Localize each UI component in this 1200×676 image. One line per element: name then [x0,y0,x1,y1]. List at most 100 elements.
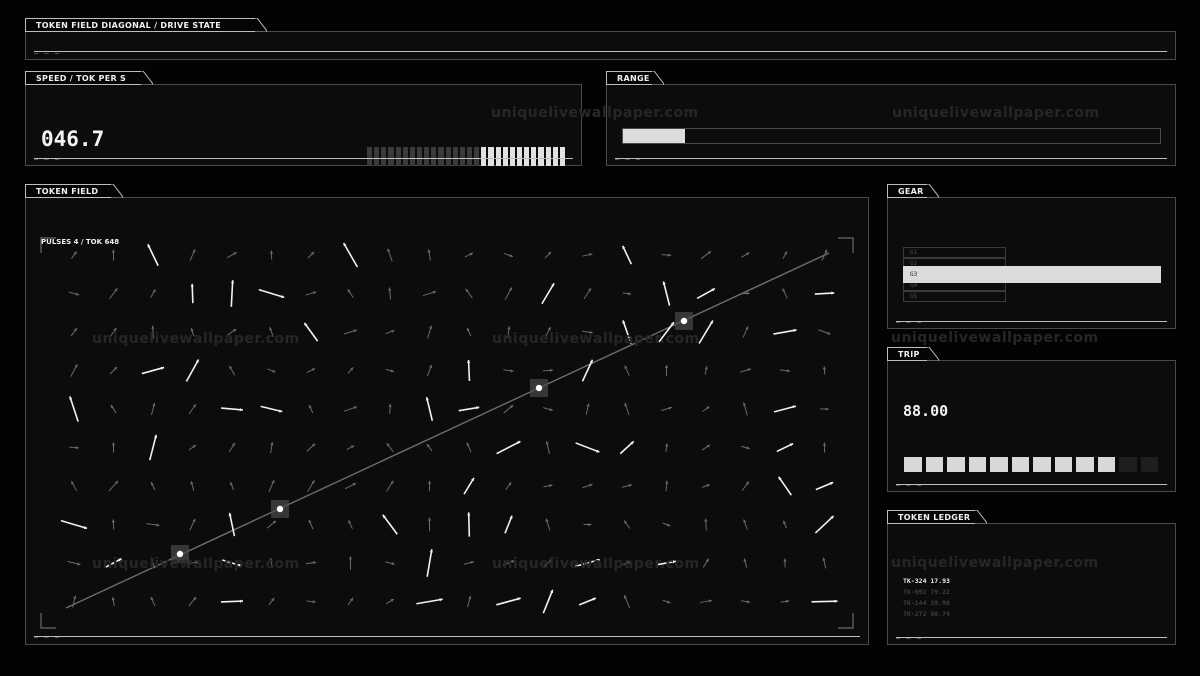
ledger-entry: TK-144 39.90 [903,599,950,607]
speed-meter-segment [424,147,430,166]
ledger-list: TK-324 17.93 TK-892 79.22 TK-144 39.90 TK-2… [903,577,1153,625]
frame-corner-icon [838,237,854,253]
ledger-marker: — — — [896,634,923,642]
trip-meter-segment [968,457,986,472]
field-vector-head [467,512,471,516]
field-vector [185,359,200,382]
token-field-title-text: TOKEN FIELD [36,187,99,196]
field-vector-head [190,283,194,287]
speed-meter-segment [431,147,437,166]
speed-meter-segment [524,147,530,166]
pulse-node [535,384,543,392]
tab-corner-icon [975,510,987,524]
field-vector [458,406,480,412]
field-vector [662,281,671,306]
tab-corner-icon [255,18,267,32]
field-vector [698,320,714,344]
speed-meter-segment [438,147,444,166]
gear-option-g3[interactable]: G3 [903,266,1161,283]
field-vector [228,512,236,537]
field-vector [416,598,443,605]
gear-selector[interactable]: G1 G2 G3 G4 G5 [903,247,1161,312]
speed-meter-segment [395,147,401,166]
range-title: RANGE [606,71,664,85]
speed-meter-segment [459,147,465,166]
watermark: uniquelivewallpaper.com [492,556,700,572]
field-vector [814,515,835,534]
header-panel: — — — [25,31,1176,60]
header-title-text: TOKEN FIELD DIAGONAL / DRIVE STATE [36,21,221,30]
field-vector [581,359,594,382]
speed-meter-segment [474,147,480,166]
field-vector-head [668,253,672,257]
ledger-title: TOKEN LEDGER [887,510,987,524]
tab-corner-icon [652,71,664,85]
gear-panel: G1 G2 G3 G4 G5 — — — [887,197,1176,329]
field-vector-head [348,556,353,560]
field-vector [541,282,555,305]
trip-meter-segment [904,457,922,472]
speed-meter-segment [402,147,408,166]
field-vector-head [834,599,838,603]
field-vector [382,514,398,535]
speed-panel: 046.7 — — — uniquelivewallpaper.com [25,84,698,166]
frame-corner-icon [838,613,854,629]
field-vector-head [825,407,829,411]
field-vector-head [427,480,432,484]
token-field-panel: PULSES 4 / TOK 648 uniquelivewallpaper.c… [25,197,869,645]
speed-meter-segment [417,147,423,166]
trip-title-text: TRIP [898,350,920,359]
header-rule [34,51,1167,52]
field-vector-head [822,366,827,370]
speed-meter-segment [381,147,387,166]
tab-corner-icon [141,71,153,85]
ledger-entry: TK-272 80.74 [903,610,950,618]
watermark: uniquelivewallpaper.com [92,556,300,572]
ledger-panel: TK-324 17.93 TK-892 79.22 TK-144 39.90 TK-2… [887,523,1176,645]
field-vector [258,288,285,299]
field-vector-head [111,519,115,523]
trip-meter-segment [1119,457,1137,472]
field-vector-head [388,404,392,408]
field-vector [60,519,88,530]
gear-option-g1[interactable]: G1 [903,247,1006,258]
trip-value: 88.00 [903,402,949,420]
speed-meter-segment [409,147,415,166]
speed-title: SPEED / TOK PER S [25,71,153,85]
field-vector [773,329,797,335]
trip-meter-segment [1097,457,1115,472]
gear-rule [896,321,1167,322]
speed-meter-segment [531,147,537,166]
watermark: uniquelivewallpaper.com [892,105,1100,121]
field-vector [496,597,521,606]
field-vector-head [111,442,116,446]
speed-rule [34,158,573,159]
field-vector-head [783,558,787,562]
gear-option-g5[interactable]: G5 [903,291,1006,302]
field-vector [342,242,359,268]
field-vector [220,600,244,603]
token-field-rule [34,636,860,637]
field-vector [260,405,283,413]
ledger-entry: TK-324 17.93 [903,577,950,585]
field-vector [148,434,158,461]
speed-meter [367,147,567,166]
trip-panel: 88.00 — — — [887,360,1176,492]
gear-title: GEAR [887,184,939,198]
speed-meter-segment [374,147,380,166]
trip-meter-segment [990,457,1008,472]
speed-meter-segment [495,147,501,166]
field-vector-head [111,249,116,253]
frame-corner-icon [40,613,56,629]
watermark: uniquelivewallpaper.com [92,331,300,347]
speed-meter-segment [481,147,487,166]
field-vector [426,549,433,577]
trip-meter-segment [925,457,943,472]
field-vector [467,512,471,537]
header-marker: — — — [34,49,61,57]
ledger-title-text: TOKEN LEDGER [898,513,971,522]
range-marker: — — — [615,155,642,163]
field-vector [425,397,434,421]
speed-meter-segment [488,147,494,166]
ledger-entry: TK-892 79.22 [903,588,950,596]
